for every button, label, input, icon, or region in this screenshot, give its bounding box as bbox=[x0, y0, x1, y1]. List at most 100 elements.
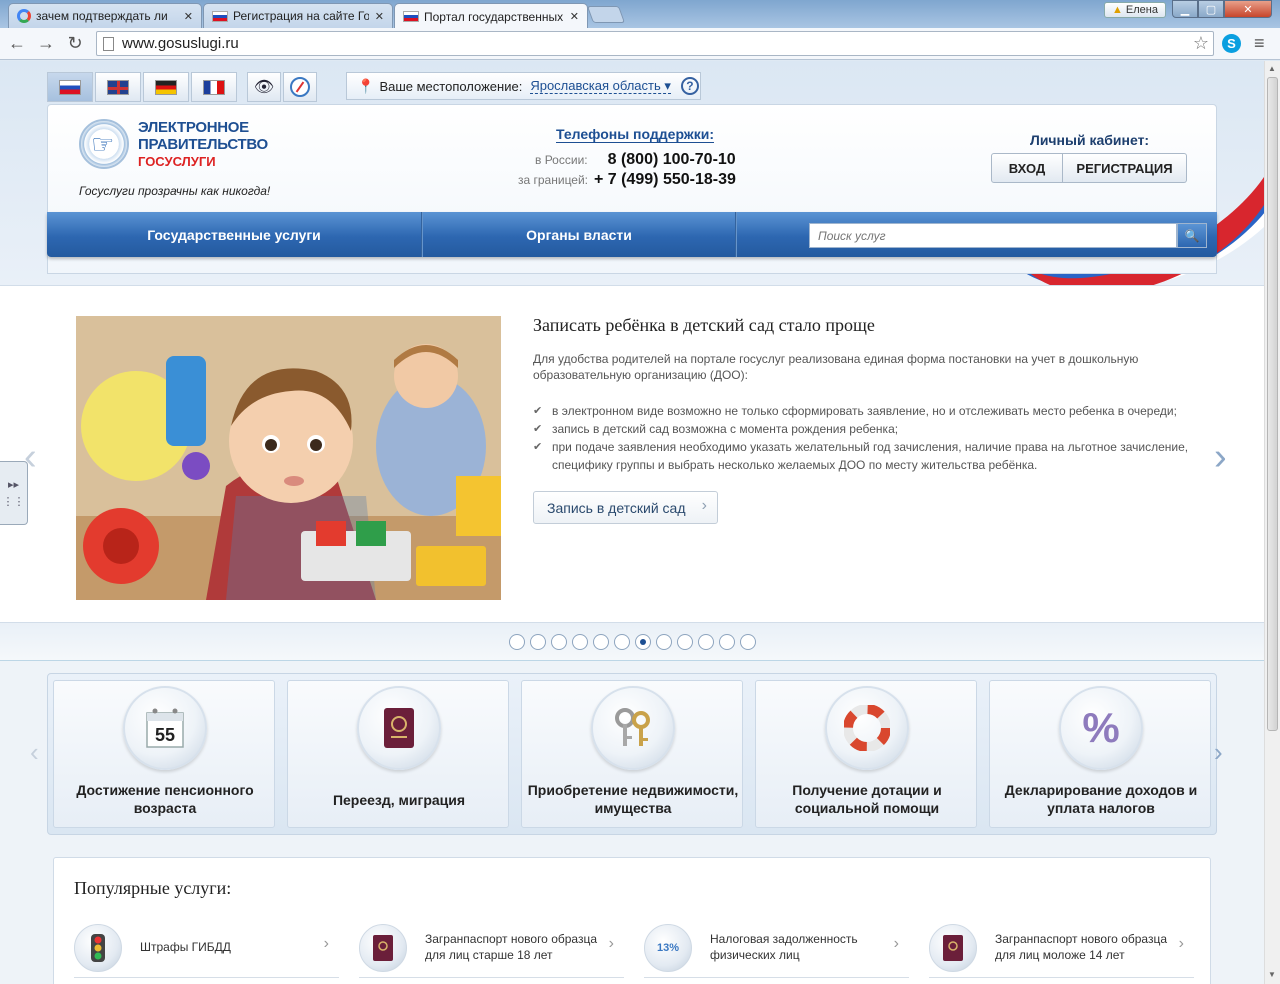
phone-russia: в России: 8 (800) 100-70-10 bbox=[535, 151, 736, 168]
categories-prev-arrow-icon[interactable]: ‹ bbox=[30, 737, 39, 768]
category-label: Декларирование доходов и уплата налогов bbox=[1004, 782, 1198, 816]
address-bar[interactable]: www.gosuslugi.ru ☆ bbox=[96, 31, 1214, 56]
maximize-button[interactable]: ▢ bbox=[1198, 0, 1224, 18]
slider-dot[interactable] bbox=[592, 633, 609, 650]
search-input[interactable] bbox=[809, 223, 1177, 248]
scroll-up-icon[interactable]: ▲ bbox=[1268, 64, 1276, 73]
new-tab-button[interactable] bbox=[586, 6, 626, 23]
slider-dot[interactable] bbox=[613, 633, 630, 650]
slider-dot[interactable] bbox=[571, 633, 588, 650]
category-property[interactable]: Приобретение недвижимости, имущества bbox=[521, 680, 743, 828]
reload-button[interactable]: ↻ bbox=[64, 32, 86, 54]
eye-icon: 👁 bbox=[253, 79, 275, 96]
slogan: Госуслуги прозрачны как никогда! bbox=[79, 184, 271, 198]
chevron-right-icon: › bbox=[1178, 935, 1184, 952]
category-label: Приобретение недвижимости, имущества bbox=[527, 782, 739, 816]
profile-badge[interactable]: ▲ Елена bbox=[1104, 2, 1166, 18]
page-content: 👁 📍 Ваше местоположение: Ярославская обл… bbox=[0, 61, 1264, 984]
personal-cabinet-title: Личный кабинет: bbox=[1030, 132, 1150, 148]
lang-ru-button[interactable] bbox=[47, 72, 93, 102]
tab-close-icon[interactable]: ✕ bbox=[375, 10, 384, 23]
lifebuoy-icon bbox=[825, 686, 909, 770]
slider-dot[interactable] bbox=[508, 633, 525, 650]
nav-gov-services[interactable]: Государственные услуги bbox=[47, 212, 421, 257]
compass-button[interactable] bbox=[283, 72, 317, 102]
popular-item-label: Налоговая задолженность физических лиц bbox=[710, 932, 858, 962]
slider-dot[interactable] bbox=[634, 633, 651, 650]
map-pin-icon: 📍 bbox=[357, 77, 375, 94]
life-situations: 55 Достижение пенсионного возраста Перее… bbox=[47, 673, 1217, 835]
menu-icon[interactable]: ≡ bbox=[1254, 33, 1265, 54]
popular-item-label: Загранпаспорт нового образца для лиц мол… bbox=[995, 932, 1168, 962]
language-switcher bbox=[47, 72, 237, 102]
list-item: в электронном виде возможно не только сф… bbox=[533, 402, 1193, 420]
bookmark-star-icon[interactable]: ☆ bbox=[1193, 33, 1209, 54]
slider-dot[interactable] bbox=[550, 633, 567, 650]
popular-item-tax-debt[interactable]: 13% Налоговая задолженность физических л… bbox=[644, 918, 909, 978]
browser-toolbar: ← → ↻ www.gosuslugi.ru ☆ S ≡ bbox=[0, 28, 1280, 60]
slider-dot[interactable] bbox=[739, 633, 756, 650]
window-close-button[interactable]: ✕ bbox=[1224, 0, 1272, 18]
category-social-aid[interactable]: Получение дотации и социальной помощи bbox=[755, 680, 977, 828]
slider-next-arrow-icon[interactable]: › bbox=[1214, 436, 1227, 479]
slider-dot[interactable] bbox=[697, 633, 714, 650]
category-pension[interactable]: 55 Достижение пенсионного возраста bbox=[53, 680, 275, 828]
slider-pagination bbox=[0, 623, 1264, 661]
slider-dot[interactable] bbox=[655, 633, 672, 650]
page-scrollbar[interactable]: ▲ ▼ bbox=[1264, 61, 1280, 984]
lang-de-button[interactable] bbox=[143, 72, 189, 102]
tab-close-icon[interactable]: ✕ bbox=[570, 10, 579, 23]
forward-button[interactable]: → bbox=[35, 32, 57, 54]
support-phones-link[interactable]: Телефоны поддержки: bbox=[556, 127, 715, 143]
slide-description: Для удобства родителей на портале госусл… bbox=[533, 352, 1139, 382]
categories-next-arrow-icon[interactable]: › bbox=[1214, 737, 1223, 768]
chevron-right-icon: › bbox=[323, 935, 329, 952]
auth-buttons: ВХОД РЕГИСТРАЦИЯ bbox=[991, 153, 1187, 183]
scroll-down-icon[interactable]: ▼ bbox=[1268, 970, 1276, 979]
kindergarten-enroll-button[interactable]: Запись в детский сад › bbox=[533, 491, 718, 524]
slider-dot[interactable] bbox=[529, 633, 546, 650]
side-panel-toggle[interactable]: ▸▸ ⋮⋮ bbox=[0, 461, 28, 525]
percent-icon: % bbox=[1059, 686, 1143, 770]
popular-item-traffic-fines[interactable]: Штрафы ГИБДД › bbox=[74, 918, 339, 978]
logo-line3: ГОСУСЛУГИ bbox=[138, 154, 216, 169]
back-button[interactable]: ← bbox=[6, 32, 28, 54]
help-icon[interactable]: ? bbox=[680, 77, 699, 95]
category-taxes[interactable]: % Декларирование доходов и уплата налого… bbox=[989, 680, 1211, 828]
register-button[interactable]: РЕГИСТРАЦИЯ bbox=[1063, 153, 1187, 183]
skype-icon[interactable]: S bbox=[1222, 34, 1241, 53]
browser-tab-3[interactable]: Портал государственных ✕ bbox=[394, 3, 588, 29]
slide-image bbox=[76, 316, 501, 600]
lang-fr-button[interactable] bbox=[191, 72, 237, 102]
browser-tab-1[interactable]: зачем подтверждать ли ✕ bbox=[8, 3, 202, 28]
tab-close-icon[interactable]: ✕ bbox=[184, 10, 193, 23]
slider-dot[interactable] bbox=[718, 633, 735, 650]
google-icon bbox=[17, 9, 31, 23]
low-vision-button[interactable]: 👁 bbox=[247, 72, 281, 102]
nav-authorities[interactable]: Органы власти bbox=[423, 212, 735, 257]
slider-dot[interactable] bbox=[676, 633, 693, 650]
gosuslugi-logo-icon[interactable] bbox=[79, 119, 129, 169]
browser-tabbar: зачем подтверждать ли ✕ Регистрация на с… bbox=[0, 0, 1280, 29]
popular-services: Популярные услуги: Штрафы ГИБДД › Загран… bbox=[53, 857, 1211, 984]
list-item: при подаче заявления необходимо указать … bbox=[533, 438, 1193, 474]
search-button[interactable]: 🔍 bbox=[1177, 223, 1207, 248]
popular-item-passport-child[interactable]: Загранпаспорт нового образца для лиц мол… bbox=[929, 918, 1194, 978]
popular-item-passport-adult[interactable]: Загранпаспорт нового образца для лиц ста… bbox=[359, 918, 624, 978]
location-region-link[interactable]: Ярославская область ▾ bbox=[530, 78, 671, 94]
tab-title: Портал государственных bbox=[424, 9, 564, 24]
phone-abroad: за границей: + 7 (499) 550-18-39 bbox=[518, 171, 736, 188]
scrollbar-thumb[interactable] bbox=[1267, 77, 1278, 731]
russia-flag-icon bbox=[403, 11, 419, 22]
main-navigation: Государственные услуги Органы власти 🔍 bbox=[47, 212, 1217, 257]
accessibility-tools: 👁 bbox=[247, 72, 317, 102]
category-migration[interactable]: Переезд, миграция bbox=[287, 680, 509, 828]
minimize-button[interactable]: ▁ bbox=[1172, 0, 1198, 18]
service-search: 🔍 bbox=[809, 223, 1207, 248]
page-icon bbox=[103, 36, 114, 51]
browser-tab-2[interactable]: Регистрация на сайте Го ✕ bbox=[203, 3, 393, 28]
login-button[interactable]: ВХОД bbox=[991, 153, 1063, 183]
lang-en-button[interactable] bbox=[95, 72, 141, 102]
logo-line1: ЭЛЕКТРОННОЕ bbox=[138, 119, 249, 136]
tab-title: Регистрация на сайте Го bbox=[233, 9, 369, 23]
